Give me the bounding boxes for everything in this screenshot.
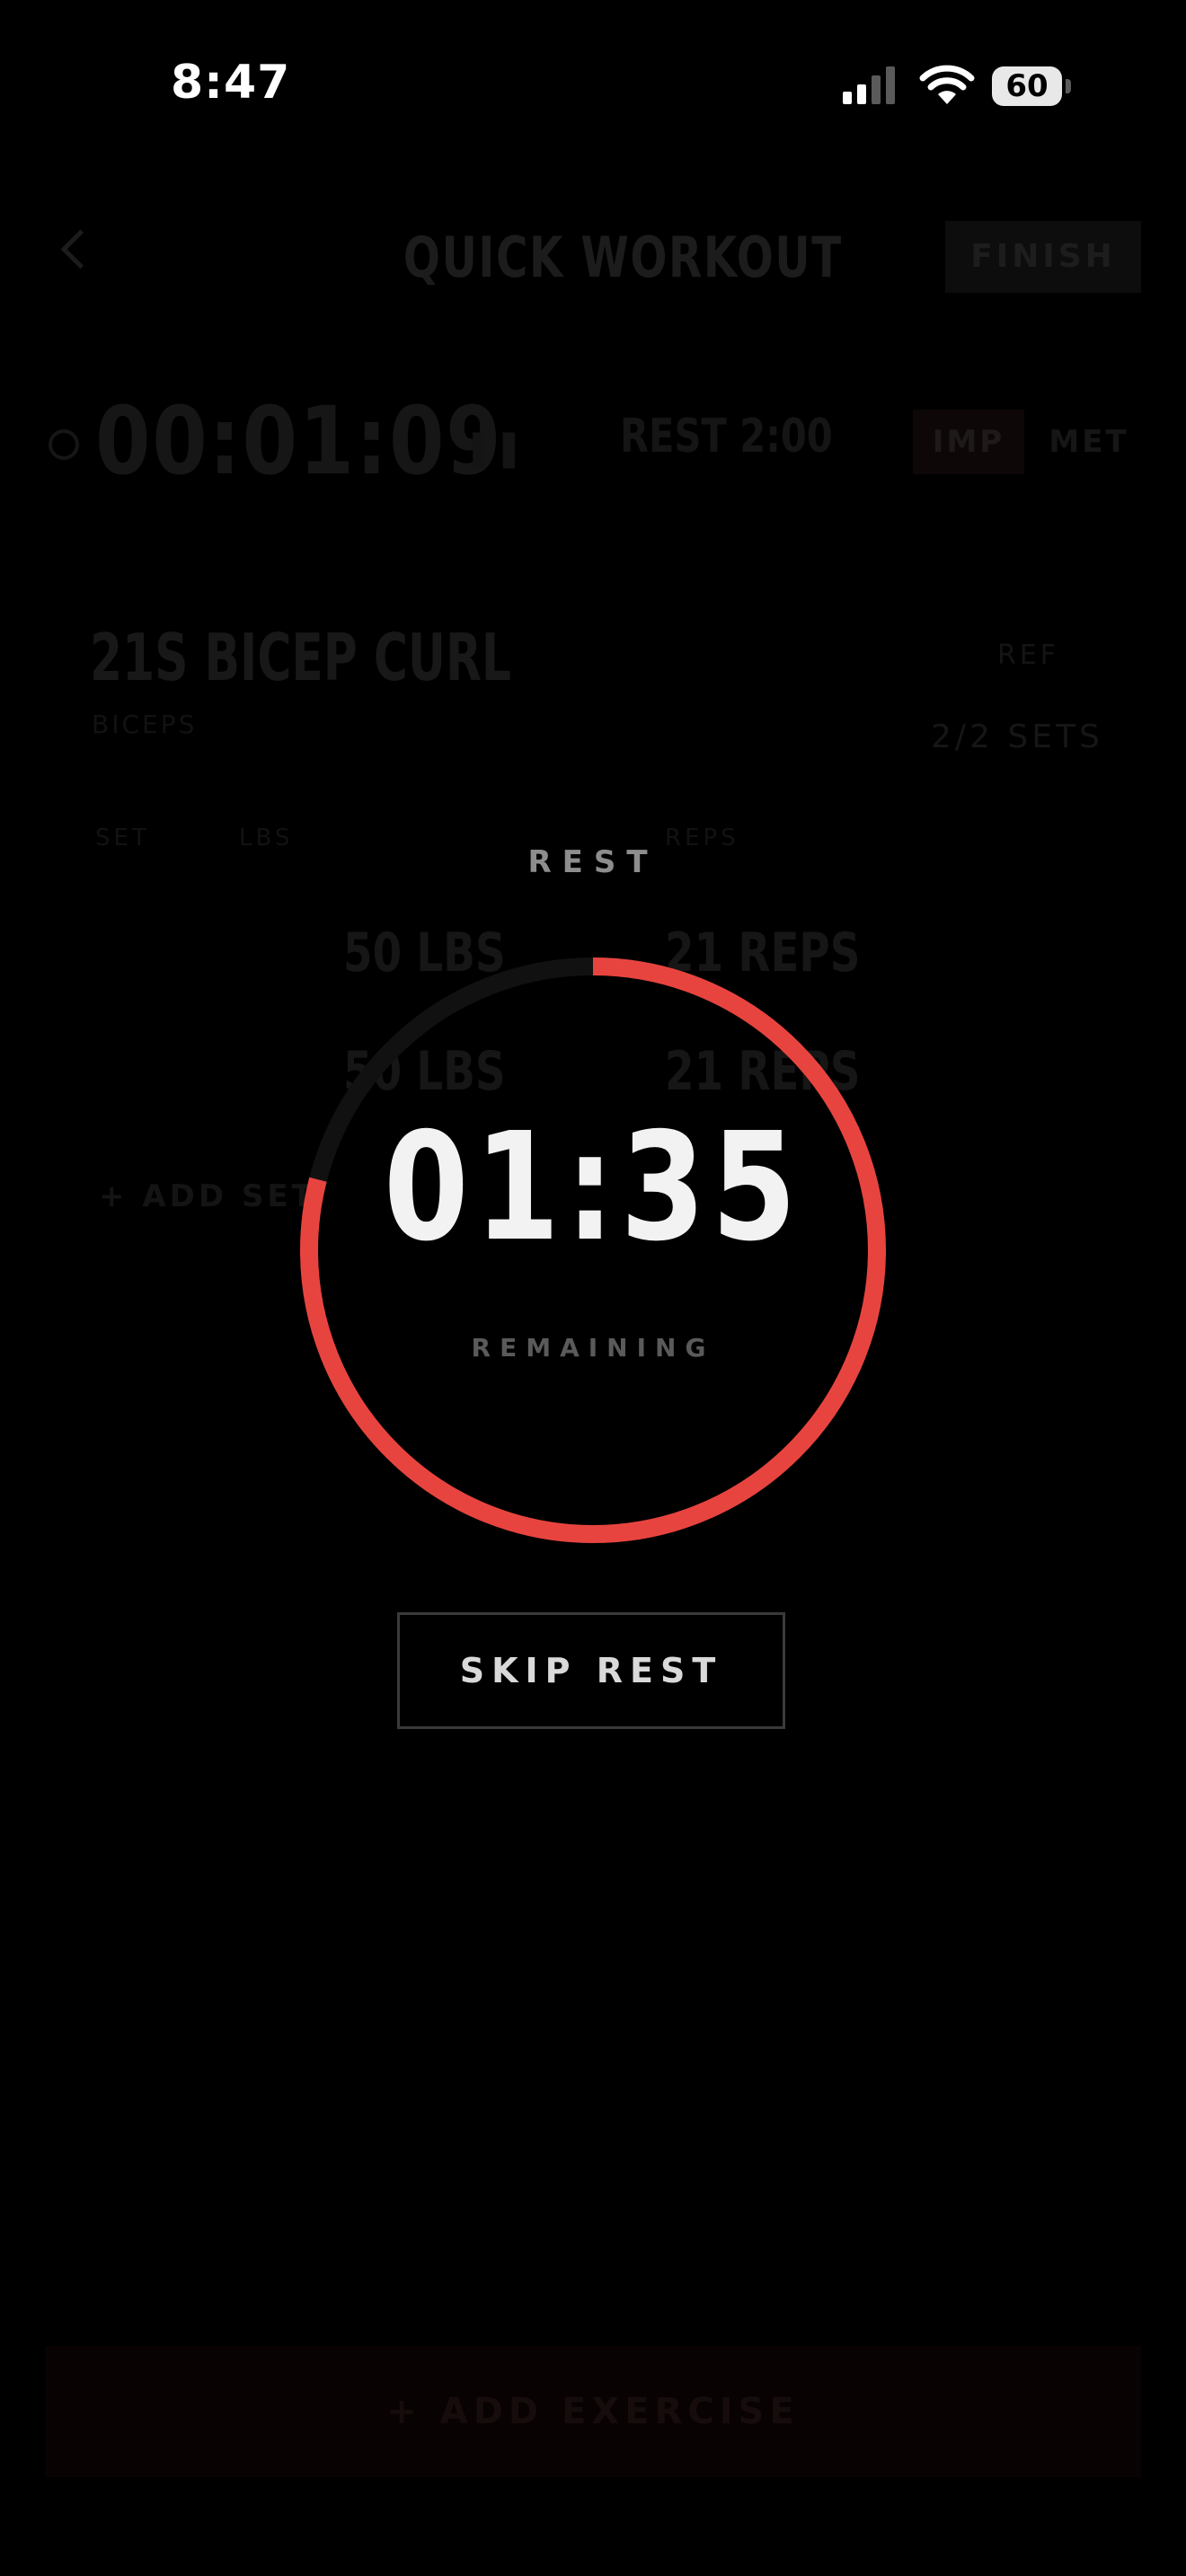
skip-rest-button[interactable]: SKIP REST: [397, 1612, 785, 1729]
exercise-set-count: 2/2 SETS: [931, 719, 1103, 755]
back-chevron-icon[interactable]: [60, 229, 101, 269]
status-time: 8:47: [171, 56, 291, 110]
skip-rest-label: SKIP REST: [459, 1651, 723, 1690]
pause-icon[interactable]: ❚❚: [464, 428, 524, 469]
battery-tip: [1066, 79, 1071, 93]
stopwatch-icon: [49, 429, 79, 460]
exercise-name[interactable]: 21S BICEP CURL: [90, 620, 511, 695]
unit-imperial-toggle[interactable]: IMP: [913, 410, 1024, 474]
remaining-label: REMAINING: [471, 1333, 715, 1363]
cellular-signal-icon: [843, 66, 895, 104]
page-title: QUICK WORKOUT: [403, 225, 843, 290]
rest-overlay-title: REST: [527, 844, 659, 880]
rest-setting[interactable]: REST 2:00: [620, 410, 833, 463]
exercise-muscle: BICEPS: [92, 710, 198, 739]
rest-countdown: 01:35: [383, 1101, 803, 1275]
wifi-icon: [919, 65, 975, 104]
battery-indicator: 60: [992, 66, 1062, 106]
add-exercise-button[interactable]: + ADD EXERCISE: [45, 2346, 1141, 2477]
finish-button[interactable]: FINISH: [945, 221, 1141, 293]
unit-metric-toggle[interactable]: MET: [1033, 410, 1145, 474]
elapsed-timer: 00:01:09: [95, 386, 503, 496]
exercise-ref[interactable]: REF: [997, 640, 1059, 671]
